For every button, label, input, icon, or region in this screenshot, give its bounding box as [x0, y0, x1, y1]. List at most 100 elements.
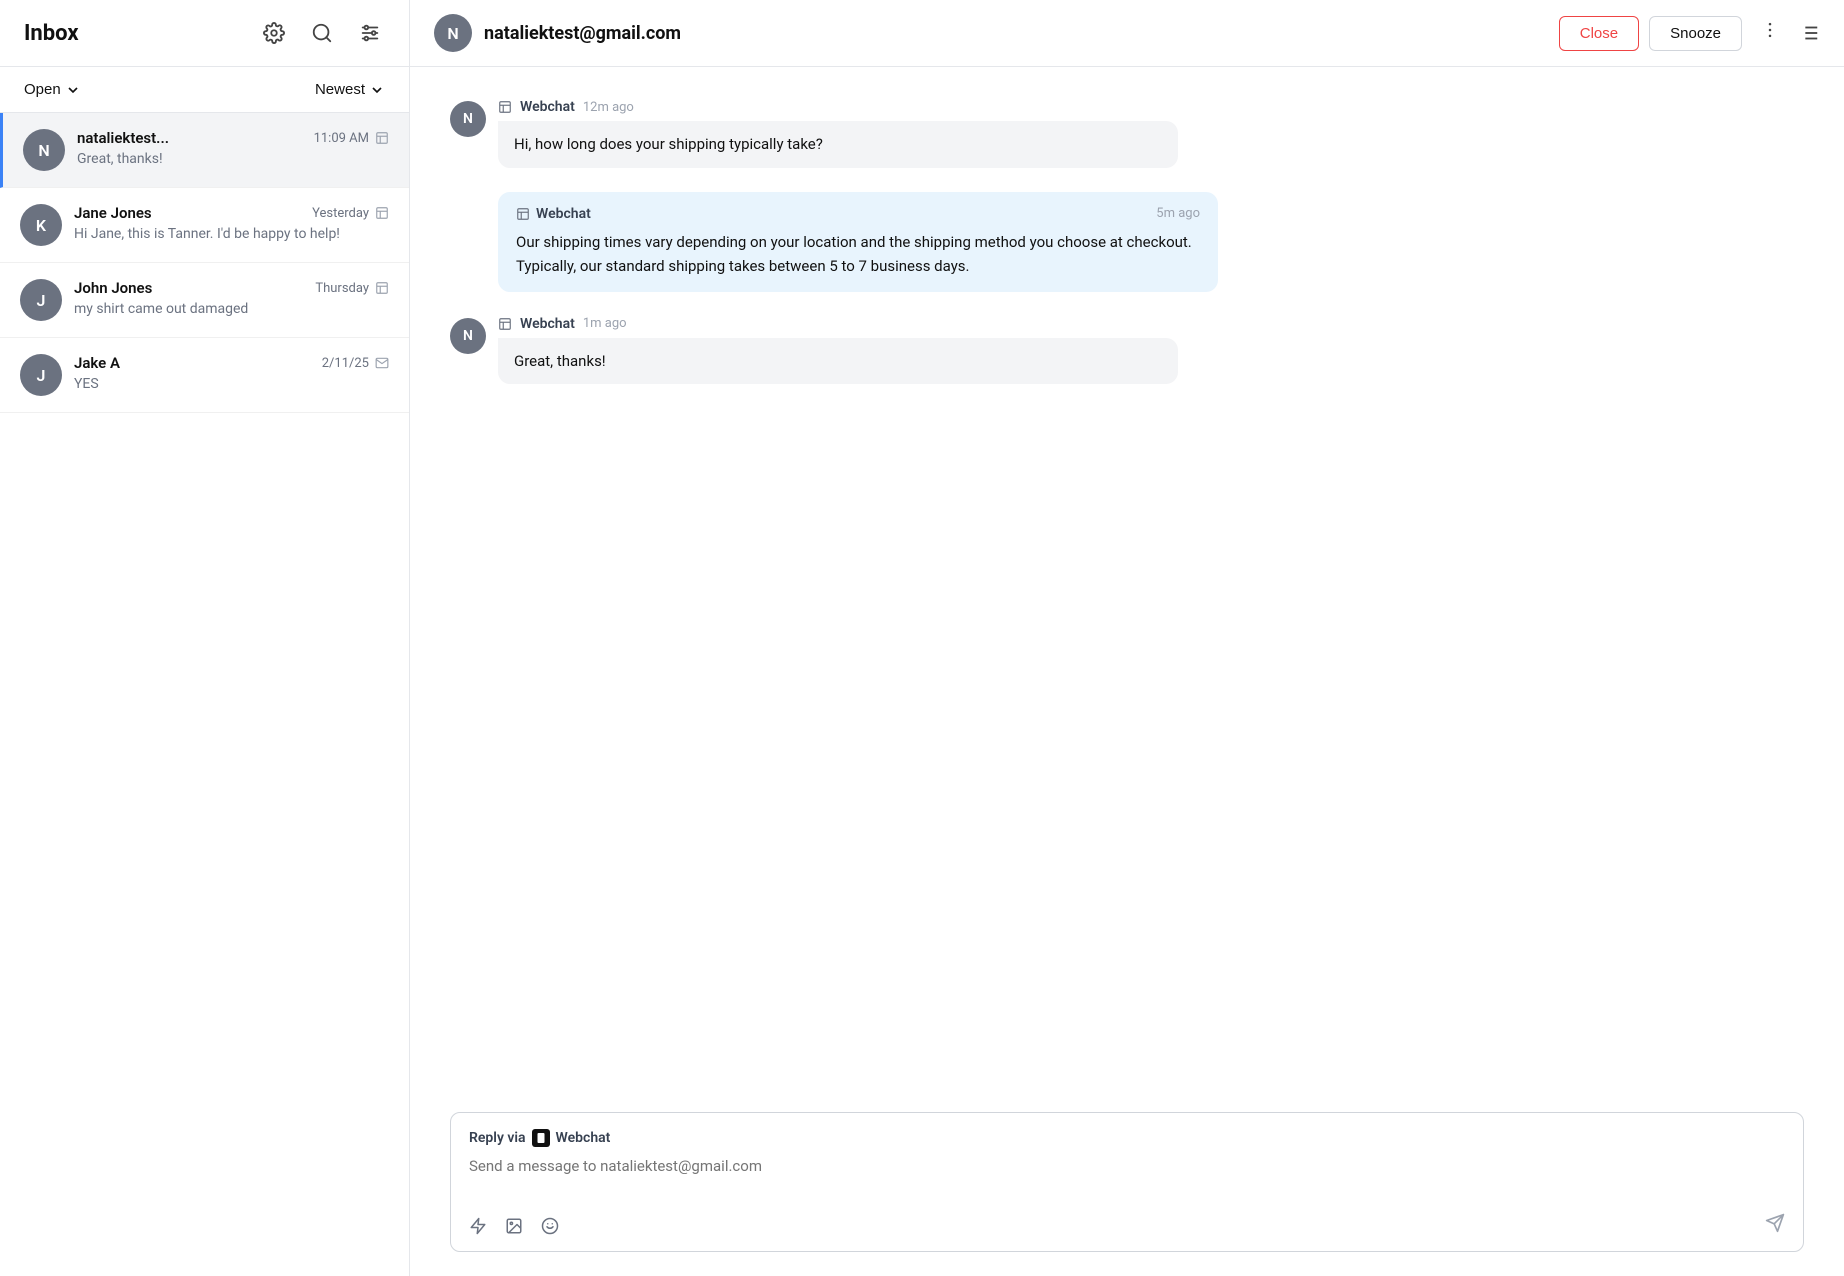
message-bubble: Great, thanks! [498, 338, 1178, 385]
right-panel: N nataliektest@gmail.com Close Snooze N … [410, 0, 1844, 1276]
conv-time: Thursday [315, 281, 369, 296]
inbox-title: Inbox [24, 21, 79, 46]
reply-via: Reply via Webchat [469, 1129, 1785, 1147]
msg-content: Webchat 12m ago Hi, how long does your s… [498, 99, 1804, 168]
conv-preview: Hi Jane, this is Tanner. I'd be happy to… [74, 226, 389, 242]
image-button[interactable] [505, 1217, 523, 1235]
chevron-down-icon-2 [369, 82, 385, 98]
conversation-item[interactable]: J John Jones Thursday my shirt came out … [0, 263, 409, 338]
message-text: Our shipping times vary depending on you… [516, 230, 1200, 278]
conv-meta: 2/11/25 [322, 356, 389, 371]
reply-box: Reply via Webchat [450, 1112, 1804, 1252]
reply-input[interactable] [469, 1157, 1785, 1197]
webchat-icon [498, 317, 512, 331]
quick-reply-button[interactable] [469, 1217, 487, 1235]
contact-email: nataliektest@gmail.com [484, 23, 1547, 44]
conv-header-row: John Jones Thursday [74, 279, 389, 297]
list-view-button[interactable] [1798, 22, 1820, 44]
conv-meta: 11:09 AM [314, 131, 389, 146]
close-button[interactable]: Close [1559, 16, 1639, 51]
left-header: Inbox [0, 0, 409, 67]
emoji-button[interactable] [541, 1217, 559, 1235]
sort-filter-dropdown[interactable]: Newest [315, 81, 385, 98]
msg-time: 12m ago [583, 100, 634, 115]
conv-name: John Jones [74, 279, 152, 297]
channel-name: Webchat [536, 206, 591, 222]
reply-via-label: Reply via [469, 1130, 526, 1146]
channel-icon [375, 206, 389, 220]
conv-name: Jane Jones [74, 204, 152, 222]
header-actions: Close Snooze [1559, 16, 1820, 51]
conversation-item[interactable]: K Jane Jones Yesterday Hi Jane, this is … [0, 188, 409, 263]
conv-preview: Great, thanks! [77, 151, 389, 167]
conversation-item[interactable]: J Jake A 2/11/25 YES [0, 338, 409, 413]
avatar: K [20, 204, 62, 246]
conv-name: nataliektest... [77, 129, 169, 147]
message-group: N Webchat 1m ago Great, thanks! [450, 316, 1804, 385]
conv-preview: my shirt came out damaged [74, 301, 389, 317]
conv-header-row: Jake A 2/11/25 [74, 354, 389, 372]
reply-toolbar-left [469, 1217, 559, 1235]
conv-meta: Yesterday [312, 206, 389, 221]
conv-time: Yesterday [312, 206, 369, 221]
list-icon [1798, 22, 1820, 44]
chevron-down-icon [65, 82, 81, 98]
status-filter-label: Open [24, 81, 61, 98]
msg-header: Webchat 12m ago [498, 99, 1804, 115]
filter-button[interactable] [355, 18, 385, 48]
conv-time: 11:09 AM [314, 131, 369, 146]
msg-time: 1m ago [583, 316, 627, 331]
conversation-item[interactable]: N nataliektest... 11:09 AM Great, thanks… [0, 113, 409, 188]
filter-bar: Open Newest [0, 67, 409, 113]
webchat-channel-icon [532, 1129, 550, 1147]
right-header: N nataliektest@gmail.com Close Snooze [410, 0, 1844, 67]
channel-icon [375, 131, 389, 145]
conv-content: Jake A 2/11/25 YES [74, 354, 389, 392]
send-button[interactable] [1765, 1213, 1785, 1239]
msg-time: 5m ago [1156, 206, 1200, 221]
conv-meta: Thursday [315, 281, 389, 296]
message-bubble: Hi, how long does your shipping typicall… [498, 121, 1178, 168]
avatar: N [450, 101, 486, 137]
conv-header-row: nataliektest... 11:09 AM [77, 129, 389, 147]
lightning-icon [469, 1217, 487, 1235]
reply-channel-label: Webchat [556, 1130, 611, 1146]
settings-button[interactable] [259, 18, 289, 48]
reply-toolbar [469, 1213, 1785, 1239]
avatar: J [20, 279, 62, 321]
phone-icon [535, 1132, 547, 1144]
bot-msg-header: Webchat 5m ago [516, 206, 1200, 222]
conv-preview: YES [74, 376, 389, 392]
msg-header: Webchat 1m ago [498, 316, 1804, 332]
conv-content: Jane Jones Yesterday Hi Jane, this is Ta… [74, 204, 389, 242]
search-button[interactable] [307, 18, 337, 48]
send-icon [1765, 1213, 1785, 1233]
conv-header-row: Jane Jones Yesterday [74, 204, 389, 222]
left-panel: Inbox Open [0, 0, 410, 1276]
status-filter-dropdown[interactable]: Open [24, 81, 81, 98]
emoji-icon [541, 1217, 559, 1235]
conv-content: John Jones Thursday my shirt came out da… [74, 279, 389, 317]
message-group: N Webchat 12m ago Hi, how long does your… [450, 99, 1804, 168]
channel-icon [375, 281, 389, 295]
messages-area: N Webchat 12m ago Hi, how long does your… [410, 67, 1844, 1096]
avatar: N [23, 129, 65, 171]
sort-filter-label: Newest [315, 81, 365, 98]
conv-content: nataliektest... 11:09 AM Great, thanks! [77, 129, 389, 167]
gear-icon [263, 22, 285, 44]
filter-icon [359, 22, 381, 44]
webchat-icon [516, 207, 530, 221]
channel-name: Webchat [520, 99, 575, 115]
more-options-button[interactable] [1752, 16, 1788, 50]
bot-msg-header-left: Webchat [516, 206, 591, 222]
image-icon [505, 1217, 523, 1235]
header-icons [259, 18, 385, 48]
bot-message-container: Webchat 5m ago Our shipping times vary d… [498, 192, 1218, 292]
conv-name: Jake A [74, 354, 120, 372]
more-vertical-icon [1760, 20, 1780, 40]
snooze-button[interactable]: Snooze [1649, 16, 1742, 51]
bot-message-wrapper: Webchat 5m ago Our shipping times vary d… [450, 192, 1804, 292]
avatar: N [434, 14, 472, 52]
channel-name: Webchat [520, 316, 575, 332]
search-icon [311, 22, 333, 44]
